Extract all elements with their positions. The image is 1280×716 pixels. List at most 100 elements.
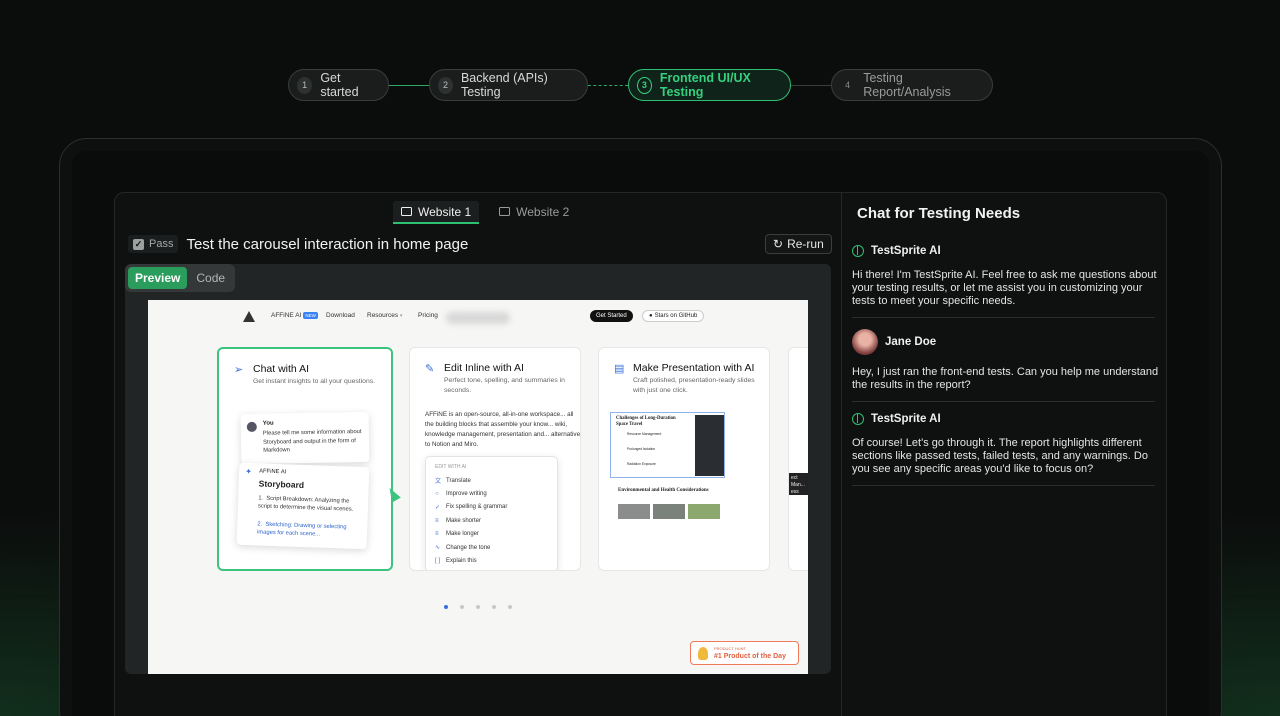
feature-card-peek[interactable]: ect Man... ess Gro... <box>788 347 808 571</box>
slide-preview: Challenges of Long-Duration Space Travel… <box>610 412 725 478</box>
sample-text: AFFiNE is an open-source, all-in-one wor… <box>425 411 581 448</box>
feature-card-chat[interactable]: ➢ Chat with AI Get instant insights to a… <box>217 347 393 571</box>
section-image <box>653 504 685 519</box>
menu-item-longer[interactable]: ≡ Make longer <box>426 528 557 541</box>
check-icon: ✓ <box>435 504 441 511</box>
wave-icon: ∿ <box>435 545 441 552</box>
ai-list-item: 2. Sketching: Drawing or selecting image… <box>256 521 347 538</box>
status-text: Pass <box>149 238 174 250</box>
menu-item-fix-spelling[interactable]: ✓ Fix spelling & grammar <box>426 501 557 514</box>
translate-icon: 文 <box>435 479 442 486</box>
code-button[interactable]: Code <box>189 267 232 289</box>
message-text: Please tell me some information about St… <box>262 429 362 454</box>
tab-website-1[interactable]: Website 1 <box>393 201 480 224</box>
rerun-button[interactable]: ↻ Re-run <box>765 234 832 254</box>
menu-header: EDIT WITH AI <box>435 464 467 470</box>
card-title: Edit Inline with AI <box>444 362 524 374</box>
badge-main-text: #1 Product of the Day <box>714 653 786 660</box>
lengthen-icon: ≡ <box>435 531 439 538</box>
edit-ai-menu: EDIT WITH AI 文 Translate ○ Improve writing… <box>425 456 558 570</box>
testsprite-logo-icon <box>852 413 864 425</box>
step-frontend-testing[interactable]: 3 Frontend UI/UX Testing <box>628 69 791 101</box>
monitor-icon <box>499 207 511 216</box>
feature-card-presentation[interactable]: ▤ Make Presentation with AI Craft polish… <box>598 347 770 571</box>
card-title: Chat with AI <box>253 363 310 375</box>
menu-item-translate[interactable]: 文 Translate <box>426 474 557 487</box>
message-divider <box>852 401 1155 402</box>
site-navbar: AFFiNE AI NEW Download Resources ▾ Pricin… <box>148 310 808 324</box>
affine-logo-icon <box>243 311 255 322</box>
monitor-icon <box>401 207 412 216</box>
chat-message: Hi there! I'm TestSprite AI. Feel free t… <box>852 269 1157 307</box>
ai-response-card: ✦ AFFiNE AI Storyboard 1. Script Breakdo… <box>236 462 370 550</box>
step-testing-report[interactable]: 4 Testing Report/Analysis <box>831 69 993 101</box>
tab-label: Website 1 <box>418 204 472 219</box>
get-started-button[interactable]: Get Started <box>590 310 633 322</box>
carousel-dot[interactable] <box>444 605 448 609</box>
tab-label: Website 2 <box>516 204 570 219</box>
step-connector <box>790 85 832 86</box>
slide-title: Challenges of Long-Duration Space Travel <box>616 416 676 427</box>
slide-item: Prolonged Isolation <box>627 447 656 451</box>
website-tabs: Website 1 Website 2 <box>393 201 577 224</box>
github-icon: ● <box>649 313 653 319</box>
new-badge: NEW <box>303 312 318 319</box>
step-connector <box>588 85 628 86</box>
message-author: TestSprite AI <box>852 413 941 425</box>
github-button[interactable]: ● Stars on GitHub <box>642 310 705 322</box>
menu-item-shorter[interactable]: ≡ Make shorter <box>426 514 557 527</box>
feature-card-edit[interactable]: ✎ Edit Inline with AI Perfect tone, spel… <box>409 347 581 571</box>
carousel-dot[interactable] <box>460 605 464 609</box>
section-image <box>688 504 720 519</box>
message-divider <box>852 317 1155 318</box>
testsprite-logo-icon <box>852 245 864 257</box>
status-badge: ✓ Pass <box>128 235 179 253</box>
chat-title: Chat for Testing Needs <box>857 205 1021 222</box>
ai-author: AFFiNE AI <box>259 468 287 476</box>
nav-resources[interactable]: Resources ▾ <box>367 312 402 319</box>
message-author: Jane Doe <box>852 329 936 355</box>
preview-button[interactable]: Preview <box>128 267 188 289</box>
step-connector <box>388 85 430 86</box>
peek-text: ect Man... ess Gro... <box>789 473 808 495</box>
menu-item-explain[interactable]: [ ] Explain this <box>426 554 557 567</box>
message-author: TestSprite AI <box>852 245 941 257</box>
message-divider <box>852 485 1155 486</box>
test-header: ✓ Pass Test the carousel interaction in … <box>128 234 468 254</box>
ai-list-item: 1. Script Breakdown: Analyzing the scrip… <box>257 495 354 513</box>
step-label: Testing Report/Analysis <box>863 71 951 99</box>
pencil-icon: ✎ <box>425 363 435 375</box>
slide-image <box>695 415 724 476</box>
nav-pricing[interactable]: Pricing <box>418 312 438 319</box>
step-number: 3 <box>637 76 652 94</box>
step-backend-testing[interactable]: 2 Backend (APIs) Testing <box>429 69 588 101</box>
step-number: 2 <box>438 76 453 94</box>
step-get-started[interactable]: 1 Get started <box>288 69 389 101</box>
carousel-dot[interactable] <box>492 605 496 609</box>
menu-item-improve[interactable]: ○ Improve writing <box>426 487 557 500</box>
menu-item-tone[interactable]: ∿ Change the tone <box>426 541 557 554</box>
carousel-dots <box>444 605 512 609</box>
ai-title: Storyboard <box>258 478 305 491</box>
tab-website-2[interactable]: Website 2 <box>491 201 577 224</box>
chevron-down-icon: ▾ <box>399 313 403 319</box>
nav-download[interactable]: Download <box>326 312 355 319</box>
step-label: Get started <box>320 71 359 99</box>
section-image <box>618 504 650 519</box>
site-brand: AFFiNE AI NEW <box>271 312 318 320</box>
send-icon: ➢ <box>234 364 244 376</box>
carousel-dot[interactable] <box>508 605 512 609</box>
card-subtitle: Get instant insights to all your questio… <box>253 378 376 385</box>
refresh-icon: ↻ <box>773 237 784 251</box>
blurred-element <box>446 312 510 324</box>
carousel-dot[interactable] <box>476 605 480 609</box>
test-title: Test the carousel interaction in home pa… <box>186 235 469 253</box>
step-label: Frontend UI/UX Testing <box>659 71 751 99</box>
avatar <box>852 329 878 355</box>
panel-divider <box>841 193 842 716</box>
rerun-label: Re-run <box>787 237 824 251</box>
shorten-icon: ≡ <box>435 517 439 524</box>
product-hunt-badge[interactable]: PRODUCT HUNT #1 Product of the Day <box>690 641 799 665</box>
medal-icon <box>698 647 708 660</box>
user-message-card: You Please tell me some information abou… <box>240 411 370 465</box>
